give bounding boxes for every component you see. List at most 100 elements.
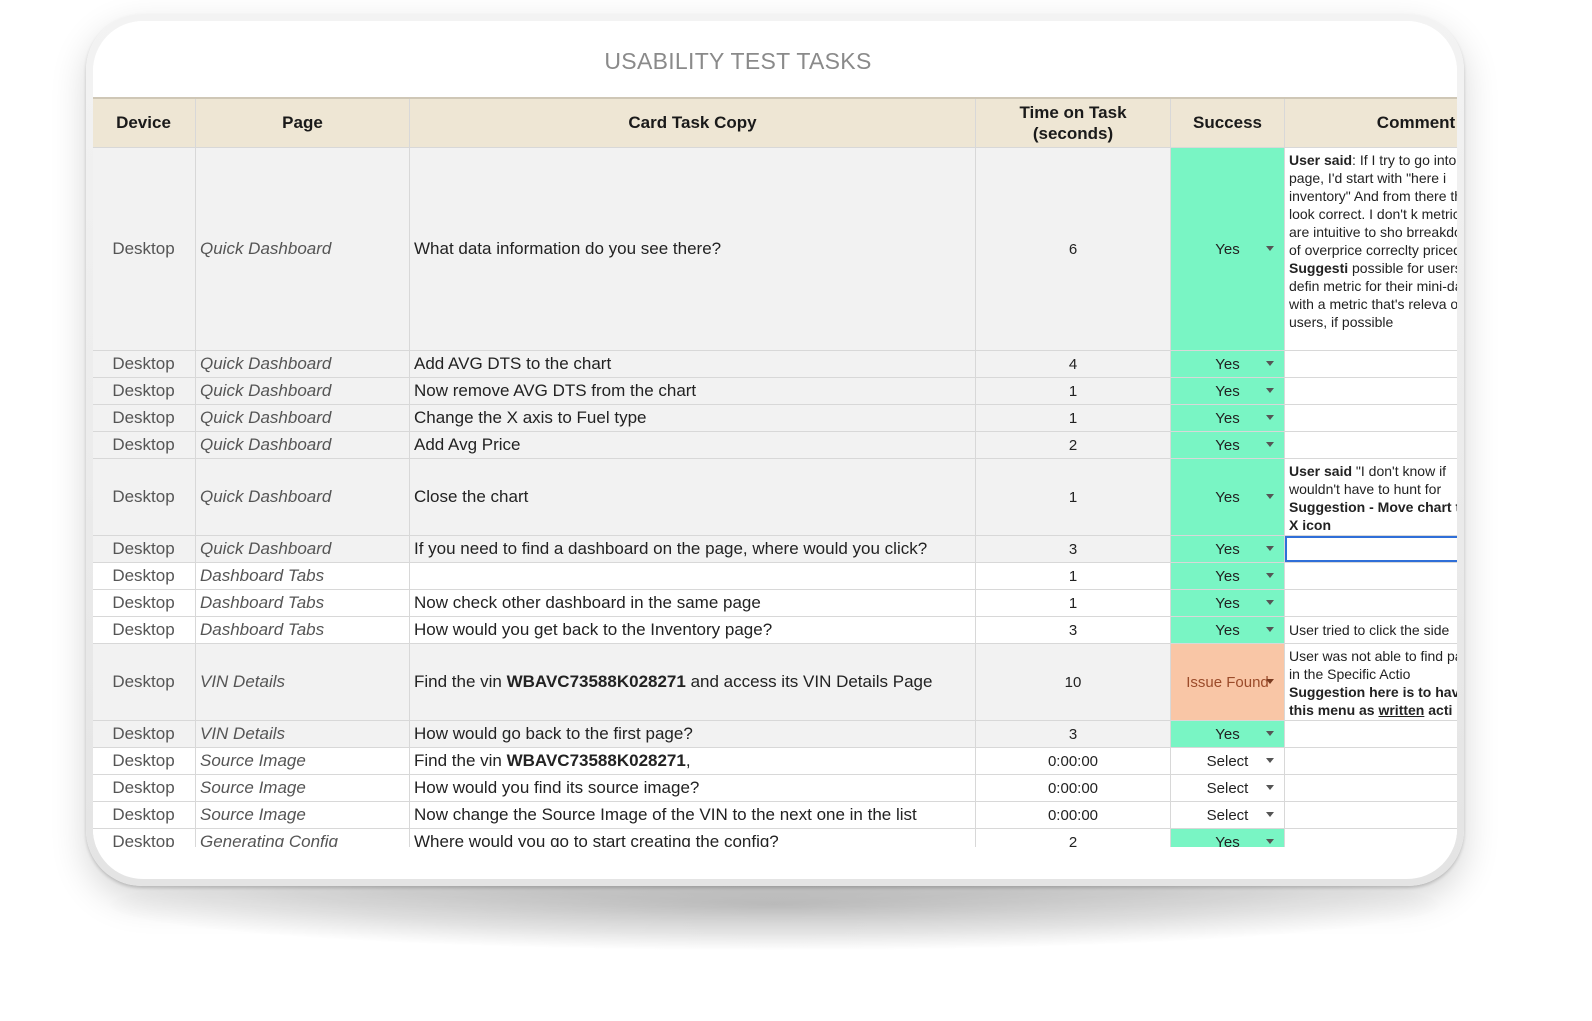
device-cell[interactable]: Desktop: [93, 535, 196, 563]
task-cell[interactable]: Change the X axis to Fuel type: [409, 404, 976, 432]
dropdown-arrow-icon[interactable]: [1266, 546, 1274, 551]
success-dropdown[interactable]: Issue Found: [1170, 643, 1285, 721]
dropdown-arrow-icon[interactable]: [1266, 731, 1274, 736]
time-cell[interactable]: 1: [975, 404, 1171, 432]
page-cell[interactable]: Source Image: [195, 747, 410, 775]
page-cell[interactable]: Source Image: [195, 774, 410, 802]
time-cell[interactable]: 3: [975, 535, 1171, 563]
device-cell[interactable]: Desktop: [93, 350, 196, 378]
task-cell[interactable]: Now change the Source Image of the VIN t…: [409, 801, 976, 829]
comment-cell[interactable]: [1284, 404, 1457, 432]
device-cell[interactable]: Desktop: [93, 589, 196, 617]
time-cell[interactable]: 0:00:00: [975, 801, 1171, 829]
page-cell[interactable]: Dashboard Tabs: [195, 589, 410, 617]
task-cell[interactable]: If you need to find a dashboard on the p…: [409, 535, 976, 563]
dropdown-arrow-icon[interactable]: [1266, 600, 1274, 605]
success-dropdown[interactable]: Yes: [1170, 404, 1285, 432]
page-cell[interactable]: VIN Details: [195, 720, 410, 748]
comment-cell[interactable]: User was not able to find page in the Sp…: [1284, 643, 1457, 721]
dropdown-arrow-icon[interactable]: [1266, 494, 1274, 499]
dropdown-arrow-icon[interactable]: [1266, 679, 1274, 684]
header-page[interactable]: Page: [195, 97, 410, 148]
device-cell[interactable]: Desktop: [93, 431, 196, 459]
device-cell[interactable]: Desktop: [93, 720, 196, 748]
success-dropdown[interactable]: Yes: [1170, 589, 1285, 617]
dropdown-arrow-icon[interactable]: [1266, 812, 1274, 817]
success-dropdown[interactable]: Yes: [1170, 616, 1285, 644]
task-cell[interactable]: Add Avg Price: [409, 431, 976, 459]
device-cell[interactable]: Desktop: [93, 458, 196, 536]
time-cell[interactable]: 0:00:00: [975, 774, 1171, 802]
time-cell[interactable]: 10: [975, 643, 1171, 721]
success-dropdown[interactable]: Yes: [1170, 535, 1285, 563]
comment-cell[interactable]: [1284, 377, 1457, 405]
time-cell[interactable]: 1: [975, 589, 1171, 617]
task-cell[interactable]: How would you find its source image?: [409, 774, 976, 802]
page-cell[interactable]: Quick Dashboard: [195, 431, 410, 459]
header-device[interactable]: Device: [93, 97, 196, 148]
success-dropdown[interactable]: Yes: [1170, 377, 1285, 405]
task-cell[interactable]: Find the vin WBAVC73588K028271,: [409, 747, 976, 775]
page-cell[interactable]: Dashboard Tabs: [195, 562, 410, 590]
device-cell[interactable]: Desktop: [93, 801, 196, 829]
time-cell[interactable]: 2: [975, 828, 1171, 847]
success-dropdown[interactable]: Yes: [1170, 458, 1285, 536]
task-cell[interactable]: How would you get back to the Inventory …: [409, 616, 976, 644]
comment-cell[interactable]: [1284, 774, 1457, 802]
dropdown-arrow-icon[interactable]: [1266, 442, 1274, 447]
page-cell[interactable]: Dashboard Tabs: [195, 616, 410, 644]
success-dropdown[interactable]: Yes: [1170, 147, 1285, 351]
page-cell[interactable]: Quick Dashboard: [195, 147, 410, 351]
dropdown-arrow-icon[interactable]: [1266, 415, 1274, 420]
comment-cell[interactable]: [1284, 431, 1457, 459]
page-cell[interactable]: Quick Dashboard: [195, 404, 410, 432]
dropdown-arrow-icon[interactable]: [1266, 785, 1274, 790]
device-cell[interactable]: Desktop: [93, 828, 196, 847]
device-cell[interactable]: Desktop: [93, 147, 196, 351]
success-dropdown[interactable]: Select: [1170, 747, 1285, 775]
page-cell[interactable]: Quick Dashboard: [195, 377, 410, 405]
success-dropdown[interactable]: Select: [1170, 774, 1285, 802]
comment-cell[interactable]: [1284, 720, 1457, 748]
comment-cell[interactable]: [1284, 801, 1457, 829]
header-comments[interactable]: Comment: [1284, 97, 1457, 148]
dropdown-arrow-icon[interactable]: [1266, 573, 1274, 578]
device-cell[interactable]: Desktop: [93, 404, 196, 432]
success-dropdown[interactable]: Yes: [1170, 350, 1285, 378]
device-cell[interactable]: Desktop: [93, 643, 196, 721]
time-cell[interactable]: 4: [975, 350, 1171, 378]
device-cell[interactable]: Desktop: [93, 377, 196, 405]
success-dropdown[interactable]: Yes: [1170, 562, 1285, 590]
header-success[interactable]: Success: [1170, 97, 1285, 148]
page-cell[interactable]: VIN Details: [195, 643, 410, 721]
comment-cell[interactable]: User said: If I try to go into page, I'd…: [1284, 147, 1457, 351]
time-cell[interactable]: 3: [975, 616, 1171, 644]
page-cell[interactable]: Quick Dashboard: [195, 535, 410, 563]
comment-cell[interactable]: [1284, 828, 1457, 847]
dropdown-arrow-icon[interactable]: [1266, 839, 1274, 844]
time-cell[interactable]: 1: [975, 377, 1171, 405]
page-cell[interactable]: Quick Dashboard: [195, 458, 410, 536]
success-dropdown[interactable]: Yes: [1170, 720, 1285, 748]
task-cell[interactable]: How would go back to the first page?: [409, 720, 976, 748]
time-cell[interactable]: 0:00:00: [975, 747, 1171, 775]
page-cell[interactable]: Source Image: [195, 801, 410, 829]
device-cell[interactable]: Desktop: [93, 774, 196, 802]
page-cell[interactable]: Generating Config: [195, 828, 410, 847]
comment-cell[interactable]: [1284, 589, 1457, 617]
time-cell[interactable]: 2: [975, 431, 1171, 459]
comment-cell[interactable]: User said "I don't know if wouldn't have…: [1284, 458, 1457, 536]
task-cell[interactable]: Close the chart: [409, 458, 976, 536]
comment-cell[interactable]: User tried to click the side: [1284, 616, 1457, 644]
header-task[interactable]: Card Task Copy: [409, 97, 976, 148]
time-cell[interactable]: 1: [975, 458, 1171, 536]
success-dropdown[interactable]: Yes: [1170, 431, 1285, 459]
dropdown-arrow-icon[interactable]: [1266, 361, 1274, 366]
dropdown-arrow-icon[interactable]: [1266, 388, 1274, 393]
task-cell[interactable]: Where would you go to start creating the…: [409, 828, 976, 847]
task-cell[interactable]: Now remove AVG DTS from the chart: [409, 377, 976, 405]
success-dropdown[interactable]: Yes: [1170, 828, 1285, 847]
dropdown-arrow-icon[interactable]: [1266, 246, 1274, 251]
dropdown-arrow-icon[interactable]: [1266, 627, 1274, 632]
device-cell[interactable]: Desktop: [93, 747, 196, 775]
